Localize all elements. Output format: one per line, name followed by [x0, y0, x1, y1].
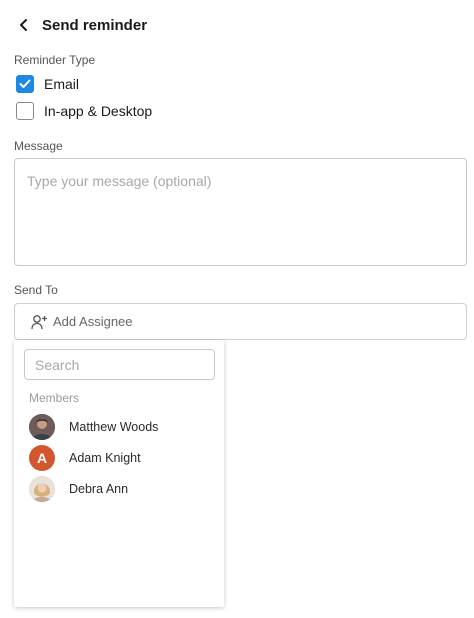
member-name: Matthew Woods: [69, 420, 159, 434]
message-label: Message: [14, 139, 63, 153]
add-assignee-field[interactable]: Add Assignee: [14, 303, 467, 340]
avatar-initial: A: [36, 450, 48, 466]
assignee-dropdown: Members Matthew Woods A Adam Knight: [14, 340, 224, 607]
avatar: [29, 476, 55, 502]
members-heading: Members: [29, 391, 80, 405]
header: Send reminder: [14, 12, 147, 38]
in-app-desktop-option[interactable]: In-app & Desktop: [16, 102, 152, 120]
checkmark-icon: [19, 79, 31, 88]
email-checkbox[interactable]: [16, 75, 34, 93]
add-user-icon: [31, 314, 47, 329]
member-item-adam-knight[interactable]: A Adam Knight: [29, 445, 214, 471]
email-label: Email: [44, 76, 80, 92]
person-photo-icon: [29, 476, 55, 502]
in-app-desktop-checkbox[interactable]: [16, 102, 34, 120]
member-item-matthew-woods[interactable]: Matthew Woods: [29, 414, 214, 440]
avatar: A: [29, 445, 55, 471]
member-name: Debra Ann: [69, 482, 129, 496]
reminder-type-label: Reminder Type: [14, 53, 96, 67]
email-option[interactable]: Email: [16, 75, 79, 93]
in-app-desktop-label: In-app & Desktop: [44, 103, 153, 119]
back-button[interactable]: [12, 13, 36, 37]
message-input[interactable]: [14, 158, 467, 266]
member-item-debra-ann[interactable]: Debra Ann: [29, 476, 214, 502]
person-photo-icon: [29, 414, 55, 440]
member-name: Adam Knight: [69, 451, 141, 465]
avatar: [29, 414, 55, 440]
chevron-left-icon: [20, 19, 27, 31]
send-to-label: Send To: [14, 283, 58, 297]
add-assignee-label: Add Assignee: [53, 314, 133, 329]
page-title: Send reminder: [42, 16, 148, 34]
member-search-input[interactable]: [24, 349, 215, 380]
